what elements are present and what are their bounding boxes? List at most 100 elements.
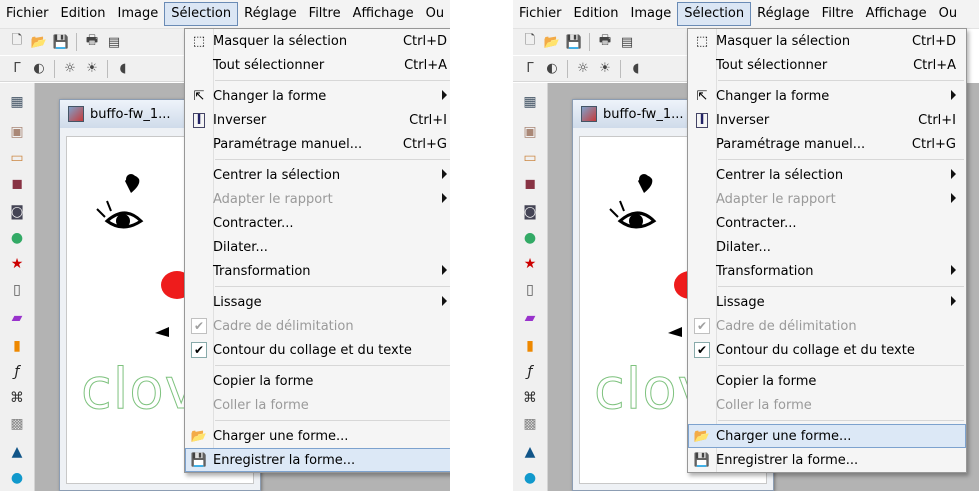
frame-tool-icon[interactable]: ◼ bbox=[521, 175, 539, 193]
menu-item-copier-forme[interactable]: Copier la forme bbox=[185, 369, 450, 393]
camera-tool-icon[interactable]: ◙ bbox=[521, 203, 539, 221]
menu-edition[interactable]: Edition bbox=[55, 3, 112, 25]
menu-item-enregistrer-forme[interactable]: 💾 Enregistrer la forme... bbox=[185, 448, 450, 472]
fx-tool-icon[interactable]: ƒ bbox=[521, 363, 539, 381]
page-tool-icon[interactable]: ▯ bbox=[521, 281, 539, 299]
menu-item-enregistrer-forme[interactable]: 💾 Enregistrer la forme... bbox=[688, 448, 966, 472]
chart-tool-icon[interactable]: ▲ bbox=[8, 443, 26, 461]
globe-tool-icon[interactable]: ● bbox=[521, 229, 539, 247]
menu-image[interactable]: Image bbox=[111, 3, 164, 25]
clover-tool-icon[interactable]: ⌘ bbox=[8, 389, 26, 407]
menu-fichier[interactable]: Fichier bbox=[0, 3, 55, 25]
scanner-icon[interactable]: ▤ bbox=[105, 33, 123, 51]
menu-item-dilater[interactable]: Dilater... bbox=[185, 235, 450, 259]
menu-affichage[interactable]: Affichage bbox=[347, 3, 420, 25]
monitor-tool-icon[interactable]: ▭ bbox=[8, 149, 26, 167]
menu-edition[interactable]: Edition bbox=[568, 3, 625, 25]
menu-item-copier-forme[interactable]: Copier la forme bbox=[688, 369, 966, 393]
menu-filtre[interactable]: Filtre bbox=[816, 3, 860, 25]
color-tool-icon[interactable]: ▮ bbox=[8, 337, 26, 355]
menu-item-changer-forme[interactable]: ⇱ Changer la forme bbox=[688, 84, 966, 108]
menu-item-charger-forme[interactable]: 📂 Charger une forme... bbox=[688, 424, 966, 448]
sharpen-icon[interactable]: ◖ bbox=[627, 60, 645, 78]
menu-item-adapter-rapport[interactable]: Adapter le rapport bbox=[688, 187, 966, 211]
menu-reglage[interactable]: Réglage bbox=[238, 3, 303, 25]
menu-item-contracter[interactable]: Contracter... bbox=[688, 211, 966, 235]
sphere-tool-icon[interactable]: ● bbox=[8, 469, 26, 487]
scanner-icon[interactable]: ▤ bbox=[618, 33, 636, 51]
menu-image[interactable]: Image bbox=[624, 3, 677, 25]
folder-tool-icon[interactable]: ▣ bbox=[521, 123, 539, 141]
menu-item-contour-collage[interactable]: ✔ Contour du collage et du texte bbox=[688, 338, 966, 362]
print-icon[interactable]: 🖶 bbox=[596, 33, 614, 51]
menu-filtre[interactable]: Filtre bbox=[303, 3, 347, 25]
menu-item-dilater[interactable]: Dilater... bbox=[688, 235, 966, 259]
menu-item-inverser[interactable]: I Inverser Ctrl+I bbox=[688, 108, 966, 132]
calculator-icon[interactable]: ▦ bbox=[8, 93, 26, 111]
menu-affichage[interactable]: Affichage bbox=[860, 3, 933, 25]
star-tool-icon[interactable]: ★ bbox=[521, 255, 539, 273]
new-file-icon[interactable]: 🗋 bbox=[8, 33, 26, 51]
print-icon[interactable]: 🖶 bbox=[83, 33, 101, 51]
menu-fichier[interactable]: Fichier bbox=[513, 3, 568, 25]
folder-tool-icon[interactable]: ▣ bbox=[8, 123, 26, 141]
menu-item-changer-forme[interactable]: ⇱ Changer la forme bbox=[185, 84, 450, 108]
menu-item-lissage[interactable]: Lissage bbox=[185, 290, 450, 314]
menu-reglage[interactable]: Réglage bbox=[751, 3, 816, 25]
sharpen-icon[interactable]: ◖ bbox=[114, 60, 132, 78]
sphere-tool-icon[interactable]: ● bbox=[521, 469, 539, 487]
brightness-up-icon[interactable]: ☀ bbox=[596, 60, 614, 78]
monitor-tool-icon[interactable]: ▭ bbox=[521, 149, 539, 167]
color-tool-icon[interactable]: ▮ bbox=[521, 337, 539, 355]
auto-levels-icon[interactable]: Γ bbox=[521, 60, 539, 78]
menu-item-tout-selectionner[interactable]: Tout sélectionner Ctrl+A bbox=[185, 53, 450, 77]
menu-item-centrer-selection[interactable]: Centrer la sélection bbox=[688, 163, 966, 187]
globe-tool-icon[interactable]: ● bbox=[8, 229, 26, 247]
auto-levels-icon[interactable]: Γ bbox=[8, 60, 26, 78]
menu-item-coller-forme[interactable]: Coller la forme bbox=[185, 393, 450, 417]
brightness-up-icon[interactable]: ☀ bbox=[83, 60, 101, 78]
new-file-icon[interactable]: 🗋 bbox=[521, 33, 539, 51]
menu-item-contracter[interactable]: Contracter... bbox=[185, 211, 450, 235]
gradient-tool-icon[interactable]: ▰ bbox=[521, 309, 539, 327]
menu-selection[interactable]: Sélection bbox=[164, 2, 239, 26]
menu-selection[interactable]: Sélection bbox=[677, 2, 752, 26]
frame-tool-icon[interactable]: ◼ bbox=[8, 175, 26, 193]
camera-tool-icon[interactable]: ◙ bbox=[8, 203, 26, 221]
grid-tool-icon[interactable]: ▩ bbox=[521, 415, 539, 433]
menu-item-cadre-delimitation[interactable]: ✔ Cadre de délimitation bbox=[185, 314, 450, 338]
menu-item-lissage[interactable]: Lissage bbox=[688, 290, 966, 314]
save-icon[interactable]: 💾 bbox=[565, 33, 583, 51]
menu-item-coller-forme[interactable]: Coller la forme bbox=[688, 393, 966, 417]
clover-tool-icon[interactable]: ⌘ bbox=[521, 389, 539, 407]
brightness-down-icon[interactable]: ☼ bbox=[61, 60, 79, 78]
menu-item-parametrage-manuel[interactable]: Paramétrage manuel... Ctrl+G bbox=[688, 132, 966, 156]
auto-contrast-icon[interactable]: ◐ bbox=[543, 60, 561, 78]
grid-tool-icon[interactable]: ▩ bbox=[8, 415, 26, 433]
auto-contrast-icon[interactable]: ◐ bbox=[30, 60, 48, 78]
menu-item-transformation[interactable]: Transformation bbox=[185, 259, 450, 283]
menu-item-cadre-delimitation[interactable]: ✔ Cadre de délimitation bbox=[688, 314, 966, 338]
menu-item-adapter-rapport[interactable]: Adapter le rapport bbox=[185, 187, 450, 211]
menu-item-charger-forme[interactable]: 📂 Charger une forme... bbox=[185, 424, 450, 448]
menu-item-centrer-selection[interactable]: Centrer la sélection bbox=[185, 163, 450, 187]
star-tool-icon[interactable]: ★ bbox=[8, 255, 26, 273]
open-folder-icon[interactable]: 📂 bbox=[543, 33, 561, 51]
menu-outils[interactable]: Ou bbox=[933, 3, 963, 25]
menu-item-parametrage-manuel[interactable]: Paramétrage manuel... Ctrl+G bbox=[185, 132, 450, 156]
menu-item-inverser[interactable]: I Inverser Ctrl+I bbox=[185, 108, 450, 132]
menu-item-masquer-selection[interactable]: ⬚ Masquer la sélection Ctrl+D bbox=[688, 29, 966, 53]
menu-outils[interactable]: Ou bbox=[420, 3, 450, 25]
calculator-icon[interactable]: ▦ bbox=[521, 93, 539, 111]
menu-item-masquer-selection[interactable]: ⬚ Masquer la sélection Ctrl+D bbox=[185, 29, 450, 53]
brightness-down-icon[interactable]: ☼ bbox=[574, 60, 592, 78]
open-folder-icon[interactable]: 📂 bbox=[30, 33, 48, 51]
menu-item-tout-selectionner[interactable]: Tout sélectionner Ctrl+A bbox=[688, 53, 966, 77]
save-icon[interactable]: 💾 bbox=[52, 33, 70, 51]
fx-tool-icon[interactable]: ƒ bbox=[8, 363, 26, 381]
gradient-tool-icon[interactable]: ▰ bbox=[8, 309, 26, 327]
chart-tool-icon[interactable]: ▲ bbox=[521, 443, 539, 461]
menu-item-contour-collage[interactable]: ✔ Contour du collage et du texte bbox=[185, 338, 450, 362]
page-tool-icon[interactable]: ▯ bbox=[8, 281, 26, 299]
menu-item-transformation[interactable]: Transformation bbox=[688, 259, 966, 283]
